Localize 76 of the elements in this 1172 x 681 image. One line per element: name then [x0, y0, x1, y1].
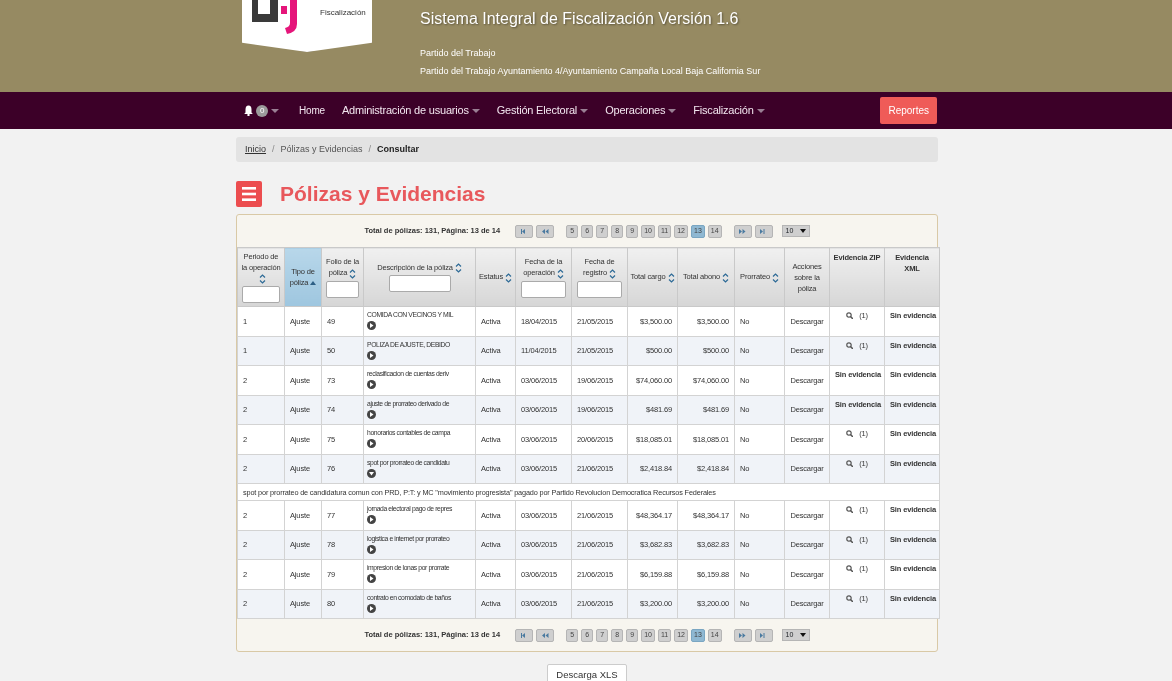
- expand-button[interactable]: [367, 380, 376, 389]
- search-icon[interactable]: [846, 312, 854, 319]
- sort-icon: [667, 272, 675, 283]
- previous-page-icon: [541, 632, 549, 638]
- search-icon[interactable]: [846, 535, 854, 543]
- dropdown-arrow-icon: [799, 229, 806, 233]
- first-page-icon: [520, 632, 528, 638]
- last-page-button[interactable]: [754, 628, 773, 642]
- first-page-button[interactable]: [515, 628, 534, 642]
- dropdown-arrow-icon: [799, 633, 806, 637]
- collapse-button[interactable]: [367, 468, 376, 478]
- last-page-icon: [760, 228, 768, 234]
- sort-icon: [556, 268, 564, 279]
- breadcrumb-item: Pólizas y Evidencias: [280, 142, 363, 156]
- filter-field[interactable]: [576, 280, 623, 298]
- breadcrumb-separator: /: [368, 142, 372, 156]
- caret-icon: [756, 108, 765, 113]
- previous-page-button[interactable]: [536, 628, 555, 642]
- filter-field[interactable]: [388, 275, 451, 292]
- sort-icon: [771, 272, 779, 283]
- search-icon[interactable]: [846, 506, 854, 513]
- expand-button[interactable]: [367, 321, 376, 330]
- menu-icon[interactable]: [236, 181, 262, 207]
- search-icon[interactable]: [846, 594, 854, 602]
- search-icon[interactable]: [846, 459, 854, 467]
- previous-page-button[interactable]: [536, 224, 555, 238]
- previous-page-icon: [541, 228, 549, 234]
- expand-button[interactable]: [367, 350, 376, 360]
- caret-icon: [580, 108, 589, 113]
- filter-field[interactable]: [242, 286, 280, 303]
- nav-menu-item[interactable]: Fiscalización: [693, 102, 765, 119]
- next-page-icon: [739, 632, 747, 638]
- expand-button[interactable]: [367, 544, 376, 554]
- sort-icon: [258, 274, 266, 284]
- logo-drawing: [252, 0, 298, 34]
- sort-icon: [608, 268, 616, 279]
- last-page-button[interactable]: [754, 224, 773, 238]
- next-page-button[interactable]: [733, 628, 752, 642]
- breadcrumb-current: Consultar: [377, 142, 420, 156]
- filter-field[interactable]: [325, 280, 360, 298]
- sort-ascending-icon: [310, 281, 317, 285]
- page-title: Pólizas y Evidencias: [280, 181, 486, 207]
- last-page-icon: [760, 632, 768, 638]
- caret-icon: [271, 108, 279, 113]
- expand-button[interactable]: [367, 603, 376, 613]
- nav-menu-item[interactable]: Administración de usuarios: [341, 102, 480, 119]
- sort-icon: [454, 263, 462, 273]
- breadcrumb-separator: /: [272, 142, 275, 156]
- caret-icon: [471, 108, 480, 113]
- breadcrumb-link[interactable]: Inicio: [245, 142, 266, 157]
- next-page-button[interactable]: [733, 224, 752, 238]
- filter-field[interactable]: [520, 280, 567, 298]
- party-name: Partido del Trabajo: [420, 47, 497, 60]
- search-icon[interactable]: [846, 430, 854, 437]
- nav-menu-item[interactable]: Gestión Electoral: [496, 102, 589, 119]
- caret-icon: [668, 108, 677, 113]
- search-icon[interactable]: [846, 565, 854, 572]
- first-page-button[interactable]: [515, 224, 534, 238]
- expand-button[interactable]: [367, 515, 376, 524]
- first-page-icon: [520, 228, 528, 234]
- bell-icon: [244, 105, 253, 116]
- logo-text: Fiscalización: [320, 7, 366, 19]
- app-title: Sistema Integral de Fiscalización Versión 1.6: [420, 9, 740, 29]
- sort-icon: [349, 268, 357, 279]
- nav-menu-item[interactable]: Home: [299, 103, 325, 118]
- download-xls-button[interactable]: Descarga XLS: [547, 664, 627, 681]
- search-icon[interactable]: [846, 341, 854, 349]
- campaign-name: Partido del Trabajo Ayuntamiento 4/Ayuntamiento Campaña Local Baja California Sur: [420, 65, 761, 78]
- expand-button[interactable]: [367, 439, 376, 448]
- nav-menu-item[interactable]: Operaciones: [605, 102, 677, 119]
- sort-icon: [722, 272, 730, 283]
- notification-count: 0: [256, 104, 268, 117]
- expand-button[interactable]: [367, 409, 376, 419]
- sort-icon: [505, 272, 512, 283]
- next-page-icon: [739, 228, 747, 234]
- expand-button[interactable]: [367, 574, 376, 583]
